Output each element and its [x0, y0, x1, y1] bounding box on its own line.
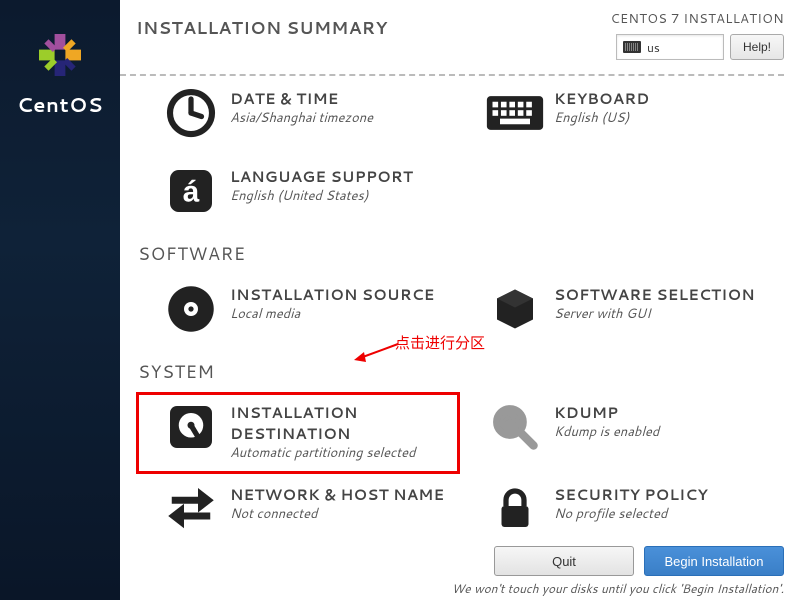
- spoke-subtitle: English (United States): [230, 187, 413, 205]
- spoke-installation-source[interactable]: INSTALLATION SOURCE Local media: [136, 274, 460, 352]
- footer: Quit Begin Installation We won't touch y…: [120, 540, 800, 600]
- section-system-heading: SYSTEM: [138, 358, 784, 384]
- spoke-date-time[interactable]: DATE & TIME Asia/Shanghai timezone: [136, 78, 460, 156]
- spoke-title: INSTALLATION SOURCE: [230, 284, 435, 305]
- centos-logo-icon: [30, 25, 90, 85]
- svg-text:á: á: [183, 176, 200, 209]
- spoke-title: NETWORK & HOST NAME: [230, 484, 444, 505]
- spoke-subtitle: Kdump is enabled: [554, 423, 659, 441]
- spoke-security-policy[interactable]: SECURITY POLICY No profile selected: [460, 474, 784, 546]
- network-arrows-icon: [160, 478, 222, 540]
- section-software-heading: SOFTWARE: [138, 240, 784, 266]
- keyboard-mini-icon: [623, 41, 641, 53]
- magnifier-icon: [484, 396, 546, 458]
- sidebar: CentOS: [0, 0, 120, 600]
- footer-note: We won't touch your disks until you clic…: [452, 580, 784, 597]
- page-title: INSTALLATION SUMMARY: [136, 16, 388, 40]
- spoke-subtitle: Server with GUI: [554, 305, 755, 323]
- spoke-network-hostname[interactable]: NETWORK & HOST NAME Not connected: [136, 474, 460, 546]
- content: DATE & TIME Asia/Shanghai timezone KEYBO…: [120, 78, 800, 546]
- disc-icon: [160, 278, 222, 340]
- keyboard-layout-indicator[interactable]: us: [616, 34, 724, 60]
- spoke-title: INSTALLATION DESTINATION: [230, 402, 456, 444]
- spoke-subtitle: No profile selected: [554, 505, 708, 523]
- spoke-title: SECURITY POLICY: [554, 484, 708, 505]
- spoke-title: KDUMP: [554, 402, 659, 423]
- spoke-subtitle: English (US): [554, 109, 649, 127]
- spoke-kdump[interactable]: KDUMP Kdump is enabled: [460, 392, 784, 474]
- spoke-installation-destination[interactable]: INSTALLATION DESTINATION Automatic parti…: [136, 392, 460, 474]
- package-icon: [484, 278, 546, 340]
- spoke-subtitle: Asia/Shanghai timezone: [230, 109, 373, 127]
- logo: CentOS: [17, 25, 103, 600]
- language-icon: á: [160, 160, 222, 222]
- keyboard-icon: [484, 82, 546, 144]
- spoke-language-support[interactable]: á LANGUAGE SUPPORT English (United State…: [136, 156, 460, 234]
- main-panel: INSTALLATION SUMMARY CENTOS 7 INSTALLATI…: [120, 0, 800, 600]
- spoke-title: LANGUAGE SUPPORT: [230, 166, 413, 187]
- spoke-title: SOFTWARE SELECTION: [554, 284, 755, 305]
- keyboard-layout-value: us: [647, 39, 660, 56]
- help-button[interactable]: Help!: [730, 34, 784, 60]
- quit-button[interactable]: Quit: [494, 546, 634, 576]
- spoke-title: KEYBOARD: [554, 88, 649, 109]
- spoke-subtitle: Not connected: [230, 505, 444, 523]
- spoke-subtitle: Local media: [230, 305, 435, 323]
- header: INSTALLATION SUMMARY CENTOS 7 INSTALLATI…: [120, 0, 800, 72]
- spoke-subtitle: Automatic partitioning selected: [230, 444, 456, 462]
- hard-disk-icon: [160, 396, 222, 458]
- page-subtitle: CENTOS 7 INSTALLATION: [610, 10, 784, 28]
- brand-text: CentOS: [17, 91, 103, 119]
- clock-icon: [160, 82, 222, 144]
- lock-icon: [484, 478, 546, 540]
- header-divider: [120, 74, 784, 76]
- spoke-software-selection[interactable]: SOFTWARE SELECTION Server with GUI: [460, 274, 784, 352]
- begin-installation-button[interactable]: Begin Installation: [644, 546, 784, 576]
- spoke-keyboard[interactable]: KEYBOARD English (US): [460, 78, 784, 156]
- spoke-title: DATE & TIME: [230, 88, 373, 109]
